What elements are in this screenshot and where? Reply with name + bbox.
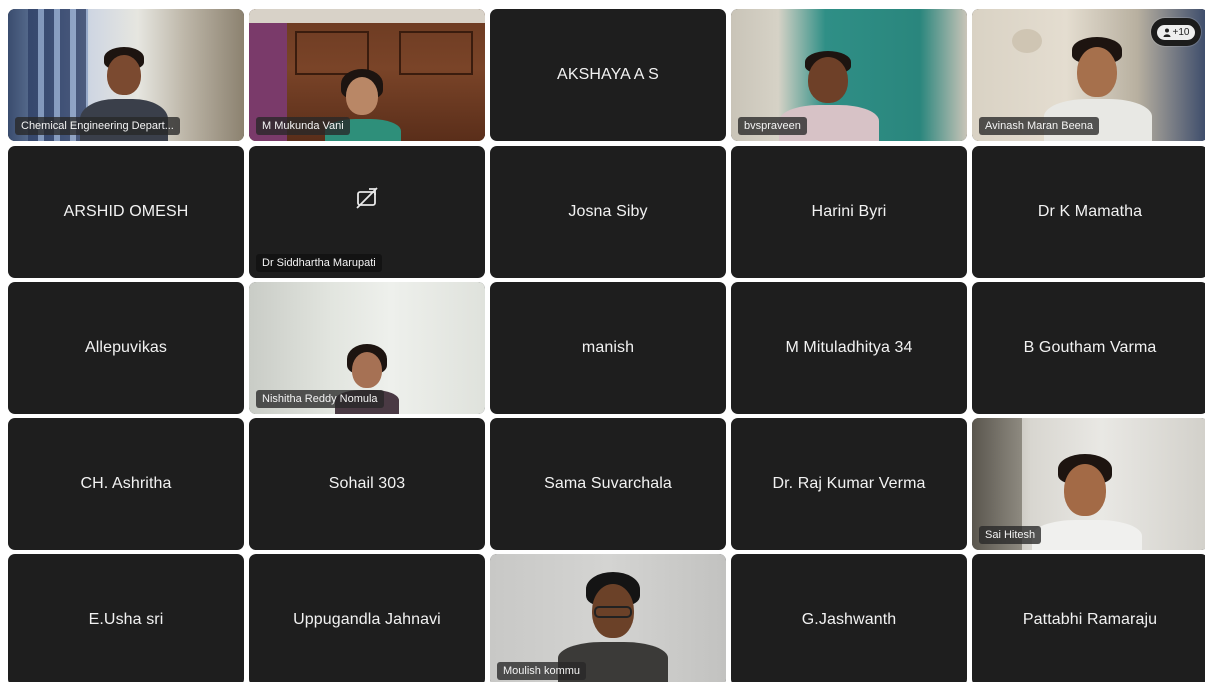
participant-name: Sama Suvarchala [544,475,672,492]
participant-tile[interactable]: Nishitha Reddy Nomula [249,282,485,414]
participant-tile[interactable]: M Mukunda Vani [249,9,485,141]
participant-name: bvspraveen [738,117,807,135]
participant-tile[interactable]: Dr Siddhartha Marupati [249,146,485,278]
participant-tile[interactable]: Harini Byri [731,146,967,278]
participant-tile[interactable]: manish [490,282,726,414]
participant-name: Pattabhi Ramaraju [1022,611,1158,628]
participant-name: Uppugandla Jahnavi [293,611,441,628]
participant-tile[interactable]: Pattabhi Ramaraju [972,554,1205,682]
participant-name: M Mituladhitya 34 [785,339,913,356]
participant-tile[interactable]: Avinash Maran Beena +10 [972,9,1205,141]
participant-tile[interactable]: Moulish kommu [490,554,726,682]
participant-name: Dr Siddhartha Marupati [256,254,382,272]
participant-name: ARSHID OMESH [63,203,189,220]
participant-name: M Mukunda Vani [256,117,350,135]
participant-name: Josna Siby [568,203,648,220]
participant-name: Moulish kommu [497,662,587,680]
participant-tile[interactable]: AKSHAYA A S [490,9,726,141]
participant-tile[interactable]: Sai Hitesh [972,418,1205,550]
participant-name: manish [581,339,635,356]
participant-name: Sai Hitesh [979,526,1042,544]
overflow-count: +10 [1172,26,1190,38]
participant-name: Dr. Raj Kumar Verma [772,475,926,492]
participant-name: Avinash Maran Beena [979,117,1100,135]
participant-name: Nishitha Reddy Nomula [256,390,384,408]
participant-name: Sohail 303 [328,475,406,492]
participant-tile[interactable]: Sohail 303 [249,418,485,550]
participant-tile[interactable]: B Goutham Varma [972,282,1205,414]
video-grid: Chemical Engineering Depart... M Mukunda… [0,0,1205,682]
participant-name: Harini Byri [811,203,887,220]
participant-tile[interactable]: M Mituladhitya 34 [731,282,967,414]
camera-off-icon [355,186,379,215]
participant-name: Allepuvikas [84,339,168,356]
participant-tile[interactable]: CH. Ashritha [8,418,244,550]
overflow-participants-button[interactable]: +10 [1151,18,1201,46]
participant-tile[interactable]: Chemical Engineering Depart... [8,9,244,141]
participant-name: E.Usha sri [88,611,164,628]
participant-tile[interactable]: Allepuvikas [8,282,244,414]
participant-name: B Goutham Varma [1023,339,1157,356]
participant-tile[interactable]: E.Usha sri [8,554,244,682]
participant-tile[interactable]: Josna Siby [490,146,726,278]
participant-name: AKSHAYA A S [557,66,659,83]
participant-name: CH. Ashritha [80,475,172,492]
person-icon [1163,28,1171,37]
participant-tile[interactable]: Dr. Raj Kumar Verma [731,418,967,550]
participant-name: G.Jashwanth [801,611,897,628]
participant-tile[interactable]: ARSHID OMESH [8,146,244,278]
participant-name: Chemical Engineering Depart... [15,117,180,135]
participant-tile[interactable]: Sama Suvarchala [490,418,726,550]
participant-tile[interactable]: G.Jashwanth [731,554,967,682]
participant-tile[interactable]: bvspraveen [731,9,967,141]
participant-tile[interactable]: Dr K Mamatha [972,146,1205,278]
participant-tile[interactable]: Uppugandla Jahnavi [249,554,485,682]
participant-name: Dr K Mamatha [1037,203,1143,220]
